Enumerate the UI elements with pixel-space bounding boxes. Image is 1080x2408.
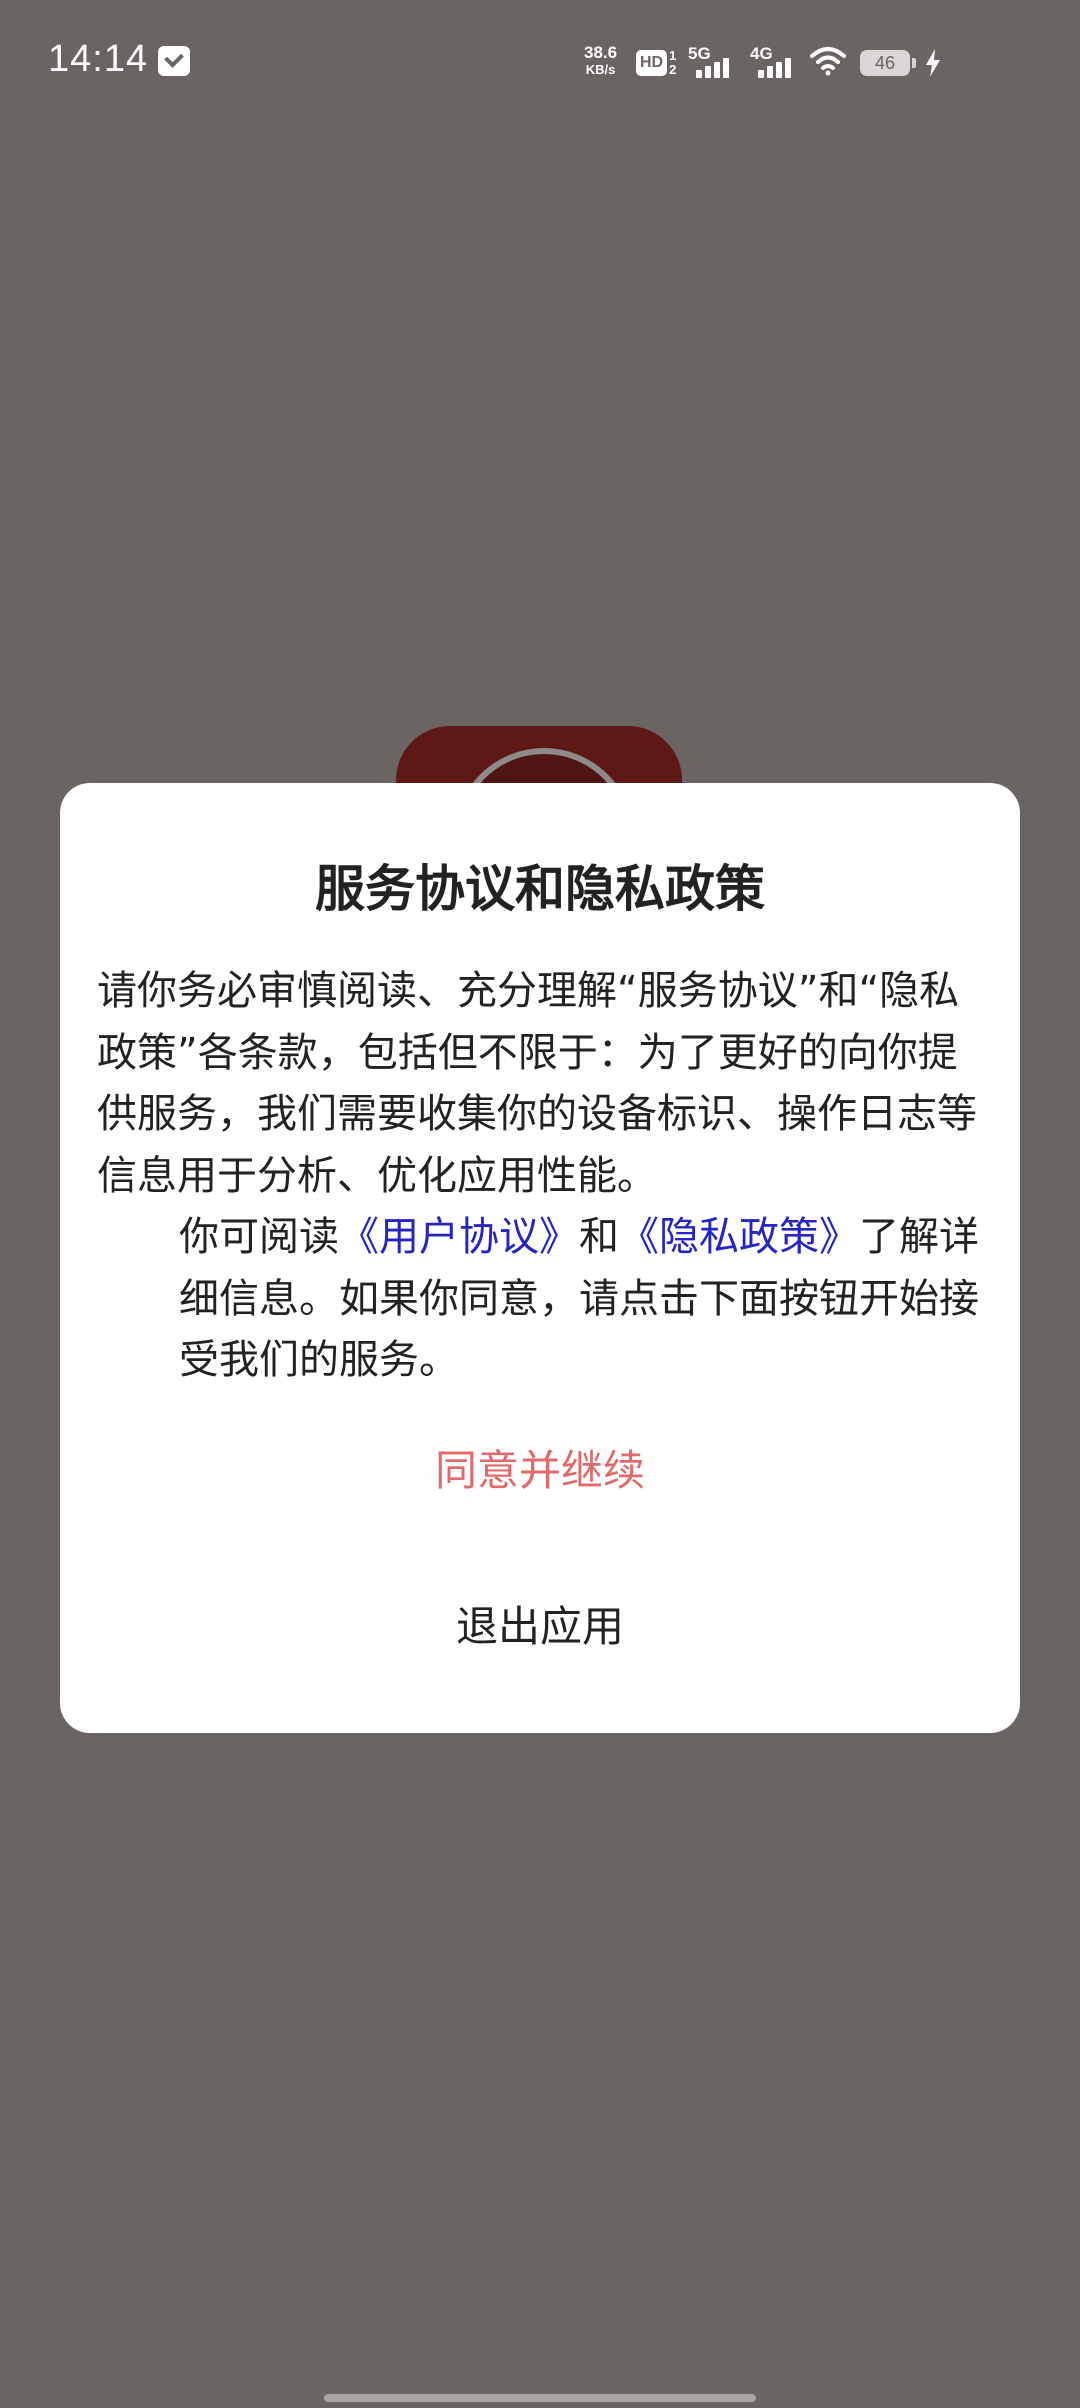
dialog-title: 服务协议和隐私政策	[315, 860, 765, 918]
home-indicator[interactable]	[324, 2394, 756, 2402]
network-speed: 38.6 KB/s	[584, 44, 617, 76]
dialog-paragraph-1: 请你务必审慎阅读、充分理解“服务协议”和“隐私政策”各条款，包括但不限于：为了更…	[97, 968, 977, 1199]
hd-sims: 1 2	[669, 49, 676, 77]
dialog-body: 请你务必审慎阅读、充分理解“服务协议”和“隐私政策”各条款，包括但不限于：为了更…	[97, 961, 987, 1392]
battery-level: 46	[874, 52, 896, 73]
paragraph-2-and: 和	[579, 1214, 619, 1260]
hd-sim-2: 2	[669, 62, 677, 77]
privacy-policy-link[interactable]: 《隐私政策》	[619, 1214, 859, 1260]
privacy-dialog: 服务协议和隐私政策 请你务必审慎阅读、充分理解“服务协议”和“隐私政策”各条款，…	[60, 783, 1020, 1733]
signal-4g-icon: 4G	[750, 44, 800, 80]
status-time: 14:14	[48, 38, 149, 80]
dialog-paragraph-2: 你可阅读《用户协议》和《隐私政策》了解详细信息。如果你同意，请点击下面按钮开始接…	[97, 1207, 987, 1392]
status-bar: 14:14 38.6 KB/s HD 1 2 5G 4G 46	[0, 0, 1080, 128]
signal-5g-icon: 5G	[688, 44, 738, 80]
battery-icon: 46	[860, 50, 916, 76]
agree-continue-button[interactable]: 同意并继续	[340, 1431, 740, 1511]
network-speed-value: 38.6	[584, 43, 618, 62]
hd-sim-1: 1	[669, 48, 677, 63]
paragraph-2-prefix: 你可阅读	[179, 1214, 339, 1260]
user-agreement-link[interactable]: 《用户协议》	[339, 1214, 579, 1260]
network-speed-unit: KB/s	[585, 62, 616, 77]
wifi-icon	[810, 47, 846, 76]
hd-label: HD	[636, 50, 668, 76]
hd-icon: HD 1 2	[636, 48, 676, 78]
charging-icon	[926, 49, 940, 77]
exit-app-button[interactable]: 退出应用	[340, 1587, 740, 1667]
mail-icon	[158, 46, 190, 76]
